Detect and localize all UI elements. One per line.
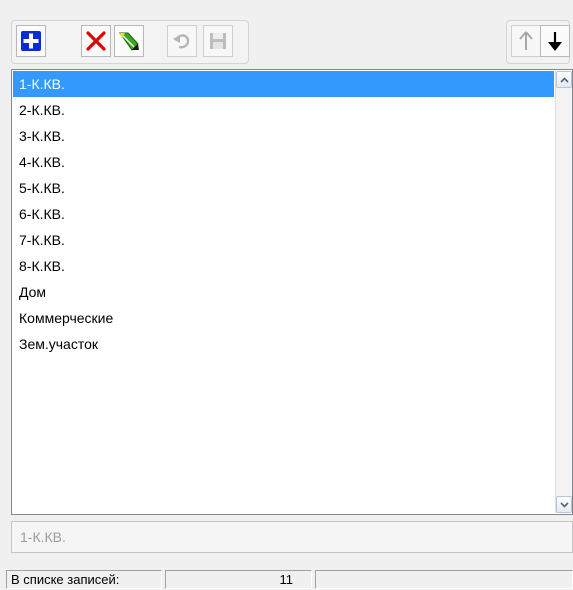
undo-icon [173,34,190,49]
edit-icon [119,32,139,51]
arrow-up-icon [519,31,533,50]
list-item[interactable]: Коммерческие [13,305,554,331]
edit-button[interactable] [114,25,144,57]
move-up-button[interactable] [511,25,541,57]
chevron-down-icon [559,501,569,508]
chevron-up-icon [559,76,569,83]
delete-icon [86,31,106,51]
list-item[interactable]: 4-К.КВ. [13,149,554,175]
record-count-value: 11 [165,570,312,589]
save-icon [210,33,226,49]
delete-button[interactable] [81,25,111,57]
toolbar [0,0,573,68]
add-icon [21,31,41,51]
list-item[interactable]: 2-К.КВ. [13,97,554,123]
list-item[interactable]: 5-К.КВ. [13,175,554,201]
vertical-scrollbar[interactable] [555,71,572,513]
list-item[interactable]: 3-К.КВ. [13,123,554,149]
list-item[interactable]: 6-К.КВ. [13,201,554,227]
list-item[interactable]: 8-К.КВ. [13,253,554,279]
status-bar: В списке записей: 11 [0,567,573,590]
scroll-down-button[interactable] [556,496,572,513]
arrow-down-icon [548,32,562,51]
list-item[interactable]: 1-К.КВ. [13,71,554,97]
move-down-button[interactable] [540,25,570,57]
add-button[interactable] [16,25,46,57]
current-value-field[interactable]: 1-К.КВ. [11,521,573,553]
records-list[interactable]: 1-К.КВ. 2-К.КВ. 3-К.КВ. 4-К.КВ. 5-К.КВ. 6-К.К… [11,69,573,515]
status-extra-panel [315,570,573,589]
records-list-items: 1-К.КВ. 2-К.КВ. 3-К.КВ. 4-К.КВ. 5-К.КВ. 6-К.К… [13,71,554,357]
undo-button[interactable] [167,25,197,57]
save-button[interactable] [203,25,233,57]
list-item[interactable]: 7-К.КВ. [13,227,554,253]
record-count-label: В списке записей: [6,570,162,589]
list-item[interactable]: Зем.участок [13,331,554,357]
scroll-up-button[interactable] [556,71,572,88]
list-item[interactable]: Дом [13,279,554,305]
